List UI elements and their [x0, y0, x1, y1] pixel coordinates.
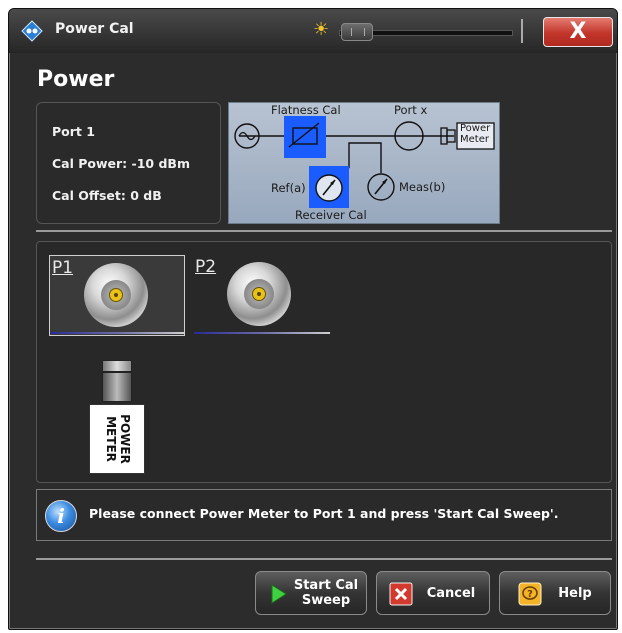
port-p2-underline [194, 332, 330, 334]
play-icon [271, 584, 287, 604]
start-cal-sweep-button[interactable]: Start Cal Sweep [255, 571, 367, 615]
start-cal-sweep-label-line1: Start Cal [293, 578, 359, 593]
cancel-icon [389, 582, 413, 606]
cal-info-box: Port 1 Cal Power: -10 dBm Cal Offset: 0 … [36, 102, 221, 224]
app-logo-icon [21, 20, 43, 42]
brightness-icon: ☀ [313, 19, 330, 40]
port-p2-connector-icon [227, 262, 291, 326]
power-meter-device-label-line1: POWER [118, 414, 132, 464]
title-bar[interactable]: Power Cal ☀ X [9, 9, 617, 53]
divider-top [36, 230, 612, 232]
port-p2[interactable]: P2 [193, 255, 327, 334]
cal-diagram-graphic [234, 116, 495, 208]
page-title: Power [37, 67, 115, 92]
port-p1[interactable]: P1 [49, 255, 185, 336]
port-x-label: Port x [394, 103, 428, 117]
port-p1-label: P1 [52, 258, 74, 278]
ref-label: Ref(a) [271, 181, 306, 195]
info-icon: i [45, 500, 77, 532]
divider-bottom [36, 558, 612, 560]
instruction-message-box: i Please connect Power Meter to Port 1 a… [36, 489, 612, 541]
close-button[interactable]: X [543, 17, 613, 47]
flatness-cal-label: Flatness Cal [271, 103, 341, 117]
receiver-cal-label: Receiver Cal [295, 208, 367, 222]
power-meter-device-label-line2: METER [104, 416, 118, 462]
instruction-message: Please connect Power Meter to Port 1 and… [89, 506, 559, 521]
cal-diagram: Flatness Cal Port x Power Meter Ref(a) Me… [228, 102, 500, 224]
power-cal-dialog: Power Cal ☀ X Power Port 1 Cal Power: -1… [8, 8, 618, 630]
cal-offset-info: Cal Offset: 0 dB [52, 188, 162, 203]
flatness-cal-highlight [284, 116, 326, 158]
port-p1-connector-icon [84, 263, 148, 327]
port-p2-label: P2 [195, 257, 217, 277]
power-meter-label-line1: Power [460, 123, 491, 134]
help-label: Help [558, 585, 592, 601]
brightness-slider-thumb[interactable] [341, 23, 373, 41]
power-meter-device-label: POWER METER [104, 414, 132, 464]
port-p1-underline [50, 332, 184, 334]
window-title: Power Cal [55, 21, 134, 37]
help-icon: ? [518, 582, 542, 606]
power-meter-device: POWER METER [89, 404, 145, 474]
cancel-button[interactable]: Cancel [376, 571, 490, 615]
power-meter-label-line2: Meter [460, 134, 489, 145]
cal-power-info: Cal Power: -10 dBm [52, 156, 190, 171]
power-meter-plug-icon [102, 360, 132, 404]
power-meter-label: Power Meter [460, 123, 490, 145]
svg-text:?: ? [527, 589, 533, 600]
slider-end-marker [521, 19, 523, 43]
start-cal-sweep-label-line2: Sweep [301, 593, 351, 608]
cancel-label: Cancel [426, 585, 476, 601]
start-cal-sweep-label: Start Cal Sweep [288, 572, 364, 614]
port-info: Port 1 [52, 124, 95, 139]
meas-label: Meas(b) [399, 180, 446, 194]
help-button[interactable]: ? Help [499, 571, 611, 615]
